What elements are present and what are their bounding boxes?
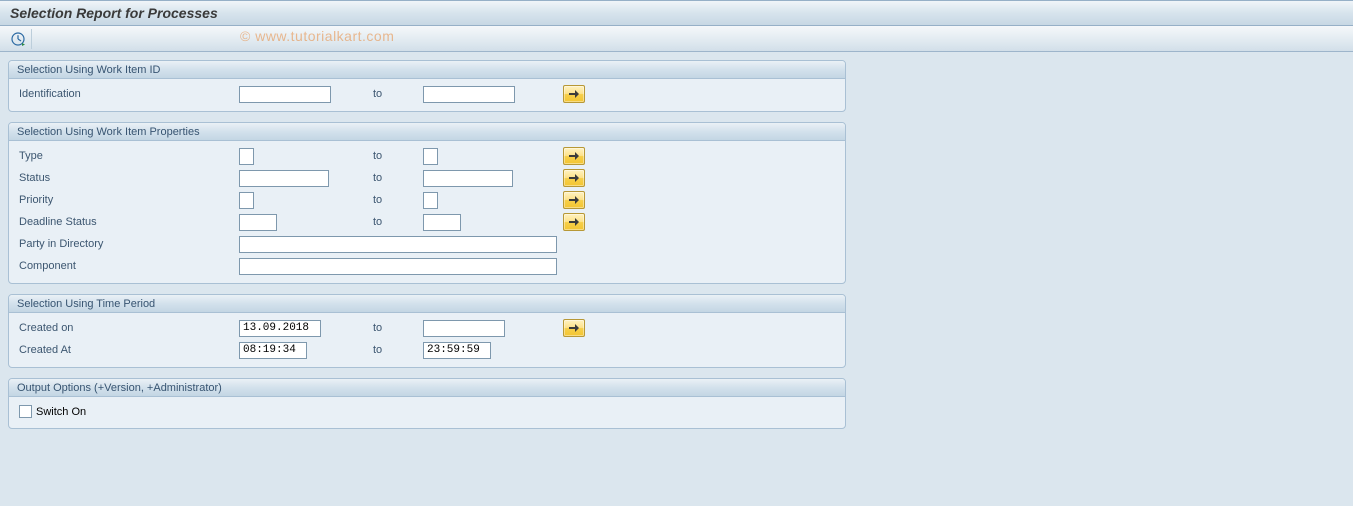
deadline-status-from-input[interactable] <box>239 214 277 231</box>
group-header: Output Options (+Version, +Administrator… <box>9 379 845 397</box>
priority-to-input[interactable] <box>423 192 438 209</box>
identification-to-input[interactable] <box>423 86 515 103</box>
to-label: to <box>373 88 423 100</box>
row-status: Status to <box>17 167 837 189</box>
type-to-input[interactable] <box>423 148 438 165</box>
type-from-input[interactable] <box>239 148 254 165</box>
to-label: to <box>373 322 423 334</box>
group-header: Selection Using Work Item Properties <box>9 123 845 141</box>
main-area: Selection Using Work Item ID Identificat… <box>0 52 1353 447</box>
row-identification: Identification to <box>17 83 837 105</box>
label-party: Party in Directory <box>17 238 239 250</box>
component-input[interactable] <box>239 258 557 275</box>
priority-from-input[interactable] <box>239 192 254 209</box>
label-component: Component <box>17 260 239 272</box>
row-switch-on: Switch On <box>17 401 837 422</box>
row-created-on: Created on to <box>17 317 837 339</box>
label-priority: Priority <box>17 194 239 206</box>
group-header: Selection Using Time Period <box>9 295 845 313</box>
identification-from-input[interactable] <box>239 86 331 103</box>
to-label: to <box>373 216 423 228</box>
app-toolbar: © www.tutorialkart.com <box>0 26 1353 52</box>
arrow-right-icon <box>569 324 579 332</box>
status-to-input[interactable] <box>423 170 513 187</box>
row-type: Type to <box>17 145 837 167</box>
label-created-at: Created At <box>17 344 239 356</box>
deadline-status-to-input[interactable] <box>423 214 461 231</box>
title-bar: Selection Report for Processes <box>0 0 1353 26</box>
group-header: Selection Using Work Item ID <box>9 61 845 79</box>
label-type: Type <box>17 150 239 162</box>
arrow-right-icon <box>569 174 579 182</box>
deadline-status-multiselect-button[interactable] <box>563 213 585 231</box>
page-title: Selection Report for Processes <box>10 5 1343 21</box>
arrow-right-icon <box>569 196 579 204</box>
created-on-from-input[interactable] <box>239 320 321 337</box>
arrow-right-icon <box>569 152 579 160</box>
row-created-at: Created At to <box>17 339 837 361</box>
group-work-item-props: Selection Using Work Item Properties Typ… <box>8 122 846 284</box>
party-input[interactable] <box>239 236 557 253</box>
to-label: to <box>373 194 423 206</box>
label-identification: Identification <box>17 88 239 100</box>
label-created-on: Created on <box>17 322 239 334</box>
switch-on-label: Switch On <box>36 406 86 418</box>
priority-multiselect-button[interactable] <box>563 191 585 209</box>
group-time-period: Selection Using Time Period Created on t… <box>8 294 846 368</box>
to-label: to <box>373 172 423 184</box>
arrow-right-icon <box>569 90 579 98</box>
group-work-item-id: Selection Using Work Item ID Identificat… <box>8 60 846 112</box>
created-on-to-input[interactable] <box>423 320 505 337</box>
row-priority: Priority to <box>17 189 837 211</box>
to-label: to <box>373 150 423 162</box>
created-at-from-input[interactable] <box>239 342 307 359</box>
status-multiselect-button[interactable] <box>563 169 585 187</box>
clock-execute-icon <box>11 32 25 46</box>
created-at-to-input[interactable] <box>423 342 491 359</box>
execute-button[interactable] <box>10 29 32 49</box>
to-label: to <box>373 344 423 356</box>
row-party: Party in Directory <box>17 233 837 255</box>
switch-on-checkbox[interactable] <box>19 405 32 418</box>
row-deadline-status: Deadline Status to <box>17 211 837 233</box>
status-from-input[interactable] <box>239 170 329 187</box>
arrow-right-icon <box>569 218 579 226</box>
type-multiselect-button[interactable] <box>563 147 585 165</box>
created-on-multiselect-button[interactable] <box>563 319 585 337</box>
label-deadline-status: Deadline Status <box>17 216 239 228</box>
group-output-options: Output Options (+Version, +Administrator… <box>8 378 846 429</box>
label-status: Status <box>17 172 239 184</box>
row-component: Component <box>17 255 837 277</box>
identification-multiselect-button[interactable] <box>563 85 585 103</box>
watermark: © www.tutorialkart.com <box>240 28 394 44</box>
